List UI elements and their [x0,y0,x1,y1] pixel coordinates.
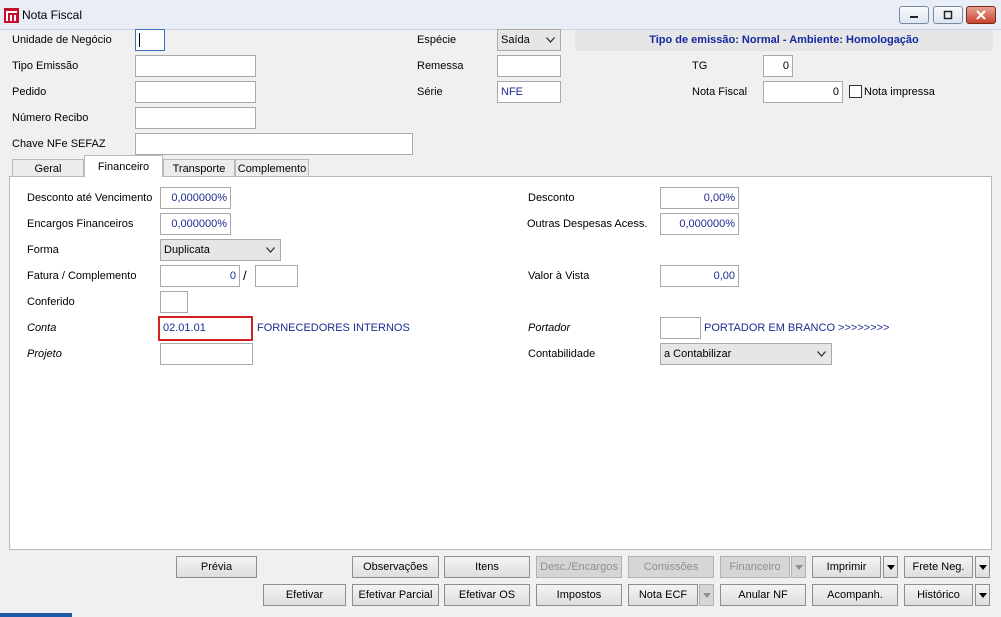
chevron-down-icon [266,247,275,253]
anular-nf-button[interactable]: Anular NF [720,584,806,606]
caret-down-icon [886,564,895,570]
frete-neg-button[interactable]: Frete Neg. [904,556,973,578]
chevron-down-icon [546,37,555,43]
remessa-input[interactable] [497,55,561,77]
fatura-label: Fatura / Complemento [27,270,137,282]
unidade-label: Unidade de Negócio [12,34,112,46]
tab-financeiro[interactable]: Financeiro [84,155,163,177]
historico-dropdown[interactable] [975,584,990,606]
nota-ecf-dropdown[interactable] [699,584,714,606]
tg-input[interactable]: 0 [763,55,793,77]
acompanh-button[interactable]: Acompanh. [812,584,898,606]
imprimir-button[interactable]: Imprimir [812,556,881,578]
chevron-down-icon [817,351,826,357]
forma-label: Forma [27,244,59,256]
especie-value: Saída [501,34,530,46]
nota-fiscal-input[interactable]: 0 [763,81,843,103]
maximize-button[interactable] [933,6,963,24]
valor-vista-label: Valor à Vista [528,270,590,282]
contabilidade-value: a Contabilizar [664,348,732,360]
encargos-input[interactable]: 0,000000% [160,213,231,235]
contabilidade-label: Contabilidade [528,348,596,360]
impostos-button[interactable]: Impostos [536,584,622,606]
serie-label: Série [417,86,443,98]
forma-select[interactable]: Duplicata [160,239,281,261]
tg-label: TG [692,60,708,72]
remessa-label: Remessa [417,60,464,72]
financeiro-dropdown[interactable] [791,556,806,578]
minimize-icon [910,16,918,18]
numero-recibo-label: Número Recibo [12,112,89,124]
observacoes-button[interactable]: Observações [352,556,439,578]
financeiro-panel [9,176,992,550]
conta-description: FORNECEDORES INTERNOS [257,322,410,334]
caret-down-icon [794,564,803,570]
pedido-label: Pedido [12,86,47,98]
efetivar-parcial-button[interactable]: Efetivar Parcial [352,584,439,606]
comissoes-button[interactable]: Comissões [628,556,714,578]
nota-impressa-checkbox[interactable] [849,85,862,98]
portador-label: Portador [528,322,571,334]
app-logo-icon [4,8,19,23]
chave-nfe-label: Chave NFe SEFAZ [12,138,106,150]
especie-select[interactable]: Saída [497,29,561,51]
projeto-input[interactable] [160,343,253,365]
pedido-input[interactable] [135,81,256,103]
maximize-icon [943,10,953,20]
encargos-label: Encargos Financeiros [27,218,134,230]
portador-input[interactable] [660,317,701,339]
imprimir-dropdown[interactable] [883,556,898,578]
numero-recibo-input[interactable] [135,107,256,129]
efetivar-os-button[interactable]: Efetivar OS [444,584,530,606]
nota-impressa-label: Nota impressa [864,86,935,98]
especie-label: Espécie [417,34,457,46]
emission-banner: Tipo de emissão: Normal - Ambiente: Homo… [575,30,993,51]
outras-despesas-label: Outras Despesas Acess. [527,218,648,230]
desconto-label: Desconto [528,192,575,204]
conferido-label: Conferido [27,296,75,308]
tipo-emissao-input[interactable] [135,55,256,77]
caret-down-icon [978,592,987,598]
projeto-label: Projeto [27,348,62,360]
fatura-separator: / [243,268,247,283]
outras-despesas-input[interactable]: 0,000000% [660,213,739,235]
portador-description: PORTADOR EM BRANCO >>>>>>>> [704,322,890,334]
desc-encargos-button[interactable]: Desc./Encargos [536,556,622,578]
title-bar [0,0,1001,30]
efetivar-button[interactable]: Efetivar [263,584,346,606]
window-title: Nota Fiscal [22,8,83,22]
forma-value: Duplicata [164,244,210,256]
frete-neg-dropdown[interactable] [975,556,990,578]
serie-input[interactable]: NFE [497,81,561,103]
close-icon [976,10,986,20]
caret-down-icon [702,592,711,598]
close-button[interactable] [966,6,996,24]
conta-label: Conta [27,322,57,334]
valor-vista-input[interactable]: 0,00 [660,265,739,287]
minimize-button[interactable] [899,6,929,24]
chave-nfe-input[interactable] [135,133,413,155]
itens-button[interactable]: Itens [444,556,530,578]
complemento-input[interactable] [255,265,298,287]
historico-button[interactable]: Histórico [904,584,973,606]
desconto-vencimento-input[interactable]: 0,000000% [160,187,231,209]
nota-ecf-button[interactable]: Nota ECF [628,584,698,606]
desconto-vencimento-label: Desconto até Vencimento [27,192,153,204]
caret-down-icon [978,564,987,570]
financeiro-button[interactable]: Financeiro [720,556,790,578]
conferido-input[interactable] [160,291,188,313]
previa-button[interactable]: Prévia [176,556,257,578]
tipo-emissao-label: Tipo Emissão [12,60,79,72]
fatura-input[interactable]: 0 [160,265,240,287]
desconto-input[interactable]: 0,00% [660,187,739,209]
taskbar-strip [0,613,72,617]
nota-fiscal-label: Nota Fiscal [692,86,748,98]
conta-input[interactable]: 02.01.01 [158,316,253,341]
text-caret [139,33,140,47]
contabilidade-select[interactable]: a Contabilizar [660,343,832,365]
